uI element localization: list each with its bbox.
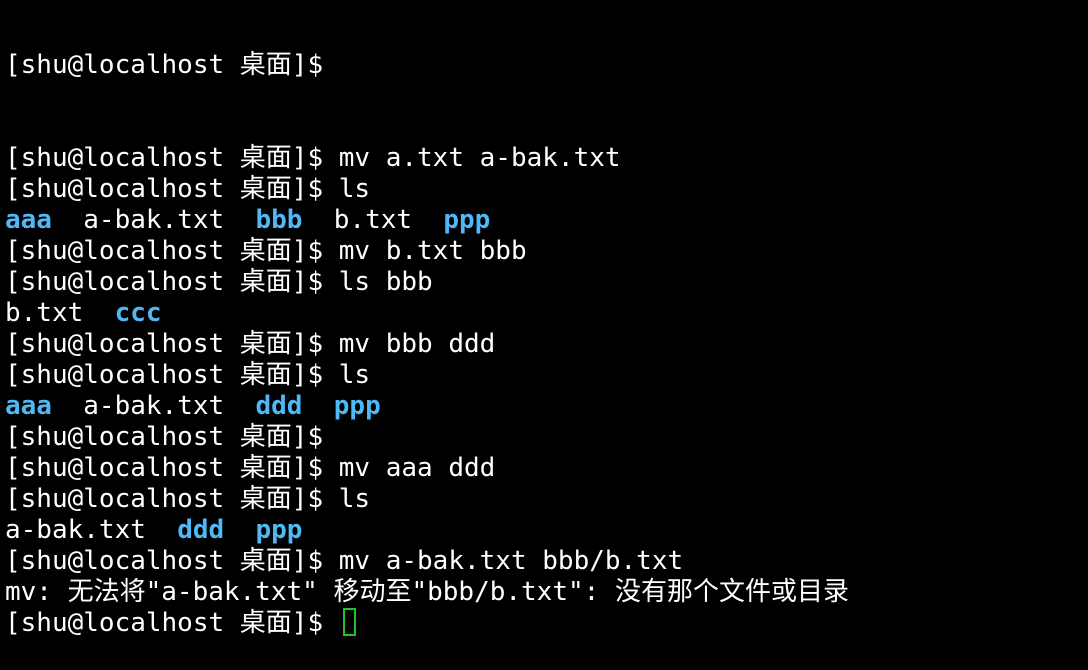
- prompt-line: [shu@localhost 桌面]$ ls bbb: [5, 267, 1088, 298]
- text-cursor[interactable]: [342, 608, 356, 636]
- command-text: ls bbb: [338, 267, 433, 297]
- command-text: mv bbb ddd: [338, 329, 496, 359]
- directory-entry: ccc: [114, 298, 162, 328]
- directory-entry: ppp: [443, 205, 491, 235]
- prompt-text: [shu@localhost 桌面]$: [5, 50, 324, 80]
- command-text: mv a-bak.txt bbb/b.txt: [338, 546, 684, 576]
- file-entry: b.txt: [333, 205, 413, 235]
- command-text: ls: [338, 484, 371, 514]
- prompt-line: [shu@localhost 桌面]$ ls: [5, 174, 1088, 205]
- directory-entry: ddd: [255, 391, 303, 421]
- command-text: ls: [338, 360, 371, 390]
- prompt-text: [shu@localhost 桌面]$: [5, 174, 324, 204]
- prompt-text: [shu@localhost 桌面]$: [5, 422, 324, 452]
- prompt-text: [shu@localhost 桌面]$: [5, 267, 324, 297]
- ls-output-line: aaa a-bak.txt bbb b.txt ppp: [5, 205, 1088, 236]
- directory-entry: ddd: [177, 515, 225, 545]
- directory-entry: aaa: [5, 205, 52, 235]
- command-text: mv a.txt a-bak.txt: [338, 143, 621, 173]
- directory-entry: ppp: [255, 515, 303, 545]
- prompt-text: [shu@localhost 桌面]$: [5, 453, 324, 483]
- error-message-line: mv: 无法将"a-bak.txt" 移动至"bbb/b.txt": 没有那个文…: [5, 577, 1088, 608]
- prompt-line: [shu@localhost 桌面]$ ls: [5, 360, 1088, 391]
- prompt-line: [shu@localhost 桌面]$ mv a-bak.txt bbb/b.t…: [5, 546, 1088, 577]
- prompt-text: [shu@localhost 桌面]$: [5, 608, 324, 638]
- file-entry: b.txt: [5, 298, 84, 328]
- prompt-text: [shu@localhost 桌面]$: [5, 329, 324, 359]
- hidden-prompt-line: [shu@localhost 桌面]$: [5, 50, 1088, 81]
- prompt-text: [shu@localhost 桌面]$: [5, 236, 324, 266]
- prompt-line: [shu@localhost 桌面]$ mv b.txt bbb: [5, 236, 1088, 267]
- active-prompt-line: [shu@localhost 桌面]$: [5, 608, 1088, 639]
- file-entry: a-bak.txt: [83, 391, 225, 421]
- directory-entry: aaa: [5, 391, 52, 421]
- prompt-line: [shu@localhost 桌面]$: [5, 422, 1088, 453]
- prompt-line: [shu@localhost 桌面]$ mv a.txt a-bak.txt: [5, 143, 1088, 174]
- prompt-line: [shu@localhost 桌面]$ ls: [5, 484, 1088, 515]
- prompt-line: [shu@localhost 桌面]$ mv bbb ddd: [5, 329, 1088, 360]
- directory-entry: bbb: [255, 205, 303, 235]
- prompt-text: [shu@localhost 桌面]$: [5, 546, 324, 576]
- file-entry: a-bak.txt: [5, 515, 146, 545]
- ls-output-line: a-bak.txt ddd ppp: [5, 515, 1088, 546]
- prompt-text: [shu@localhost 桌面]$: [5, 143, 324, 173]
- prompt-text: [shu@localhost 桌面]$: [5, 484, 324, 514]
- error-text: mv: 无法将"a-bak.txt" 移动至"bbb/b.txt": 没有那个文…: [5, 577, 849, 607]
- command-text: mv aaa ddd: [338, 453, 496, 483]
- prompt-line: [shu@localhost 桌面]$ mv aaa ddd: [5, 453, 1088, 484]
- directory-entry: ppp: [333, 391, 381, 421]
- terminal-output: [shu@localhost 桌面]$ mv a.txt a-bak.txt [s…: [5, 143, 1088, 639]
- ls-output-line: b.txt ccc: [5, 298, 1088, 329]
- prompt-text: [shu@localhost 桌面]$: [5, 360, 324, 390]
- ls-output-line: aaa a-bak.txt ddd ppp: [5, 391, 1088, 422]
- file-entry: a-bak.txt: [83, 205, 225, 235]
- terminal-window[interactable]: [shu@localhost 桌面]$ [shu@localhost 桌面]$ …: [5, 0, 1088, 670]
- command-text: ls: [338, 174, 371, 204]
- command-text: mv b.txt bbb: [338, 236, 527, 266]
